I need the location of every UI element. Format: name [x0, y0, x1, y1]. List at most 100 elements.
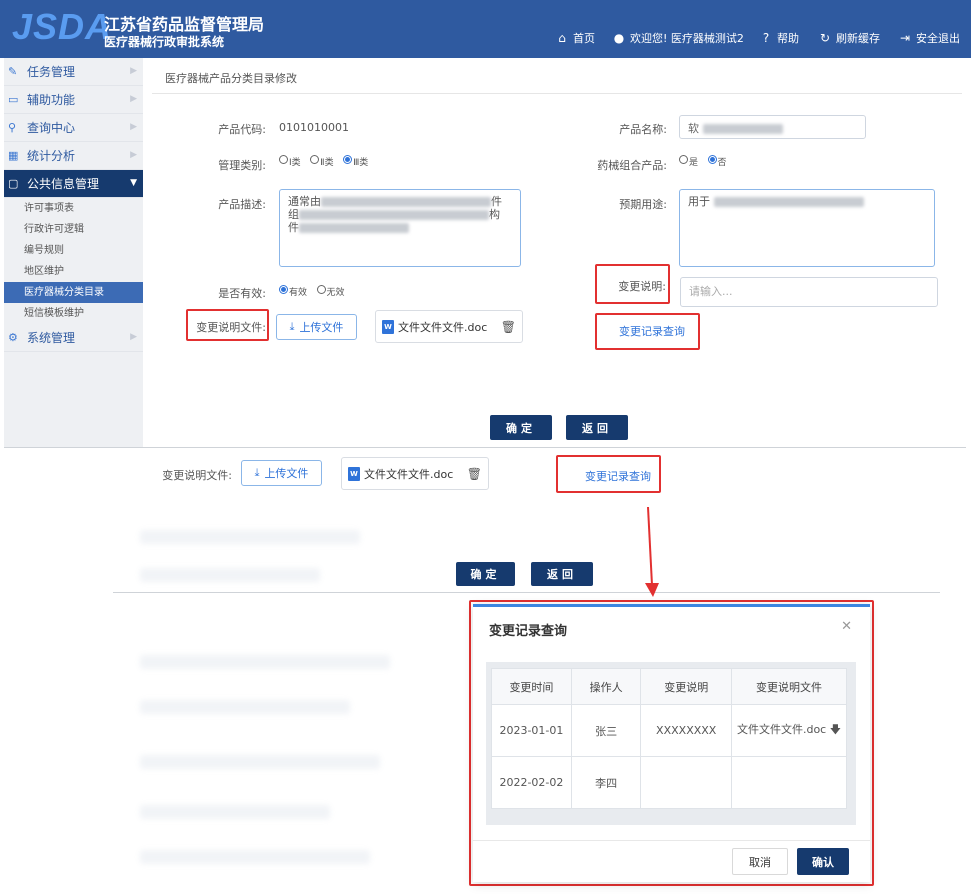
- product-name-input[interactable]: 软: [679, 115, 866, 139]
- cell-operator: 张三: [570, 704, 642, 757]
- back-button[interactable]: 返回: [566, 415, 628, 440]
- cell-file[interactable]: 文件文件文件.doc 🡇: [731, 704, 847, 757]
- sidebar-subitem-selected[interactable]: 医疗器械分类目录: [4, 282, 143, 303]
- redacted-text: [299, 223, 409, 233]
- radio-invalid[interactable]: [316, 284, 326, 294]
- nav-refresh[interactable]: ↻ 刷新缓存: [818, 29, 880, 47]
- valid-label: 是否有效:: [218, 287, 266, 300]
- sidebar-item-label: 公共信息管理: [27, 177, 100, 191]
- nav-home-label: 首页: [573, 32, 595, 45]
- nav-welcome[interactable]: ● 欢迎您! 医疗器械测试2: [612, 29, 744, 47]
- zoom-ok-button[interactable]: 确定: [456, 562, 515, 586]
- chevron-right-icon: ▶: [130, 66, 137, 76]
- trash-icon[interactable]: 🗑: [467, 467, 482, 481]
- system-name: 医疗器械行政审批系统: [104, 35, 225, 49]
- dialog-confirm-button[interactable]: 确认: [797, 848, 849, 875]
- change-history-link[interactable]: 变更记录查询: [619, 323, 685, 339]
- sidebar-item-stats[interactable]: ▦ 统计分析 ▶: [4, 142, 143, 170]
- upload-label: 上传文件: [264, 467, 309, 480]
- page-title: 医疗器械产品分类目录修改: [165, 72, 297, 85]
- radio-class1[interactable]: [279, 154, 288, 164]
- nav-home[interactable]: ⌂ 首页: [555, 29, 595, 47]
- product-desc-textarea[interactable]: 通常由件 组构 件: [279, 189, 521, 267]
- sidebar-subitem[interactable]: 行政许可逻辑: [4, 219, 143, 240]
- intended-use-textarea[interactable]: 用于: [679, 189, 935, 267]
- column-header: 变更时间: [491, 668, 572, 705]
- gear-icon: ⚙: [8, 331, 18, 344]
- file-name: 文件文件文件.doc: [398, 320, 488, 334]
- desc-text: 组: [288, 208, 299, 221]
- callout-arrow: [645, 506, 659, 597]
- upload-icon: ⤓: [289, 320, 295, 333]
- upload-icon: ⤓: [254, 466, 260, 479]
- history-table-wrap: 变更时间 操作人 变更说明 变更说明文件 2023-01-01 张三 XXXXX…: [486, 662, 856, 825]
- title-divider: [152, 93, 962, 94]
- file-name: 文件文件文件.doc: [364, 467, 454, 481]
- cell-note: [640, 756, 733, 809]
- sidebar-item-query[interactable]: ⚲ 查询中心 ▶: [4, 114, 143, 142]
- upload-button[interactable]: ⤓ 上传文件: [276, 314, 357, 340]
- radio-valid[interactable]: [279, 284, 288, 294]
- zoom-change-file-label: 变更说明文件:: [162, 469, 232, 482]
- background-blur: [140, 568, 320, 582]
- chevron-down-icon: ▼: [130, 178, 137, 188]
- sidebar-item-task[interactable]: ✎ 任务管理 ▶: [4, 58, 143, 86]
- zoom-back-button[interactable]: 返回: [531, 562, 593, 586]
- sidebar-item-system[interactable]: ⚙ 系统管理 ▶: [4, 324, 143, 352]
- dialog-footer-divider: [473, 840, 870, 841]
- radio-label: Ⅱ类: [320, 158, 334, 168]
- desc-text: 通常由: [288, 195, 321, 208]
- nav-help[interactable]: ? 帮助: [759, 29, 799, 47]
- product-name-value: 软: [688, 122, 699, 135]
- nav-help-label: 帮助: [777, 32, 799, 45]
- refresh-icon: ↻: [819, 31, 831, 45]
- radio-yes[interactable]: [679, 154, 688, 164]
- file-chip[interactable]: W 文件文件文件.doc 🗑: [375, 310, 523, 343]
- screenshot-divider: [4, 447, 966, 448]
- redacted-text: [702, 124, 783, 134]
- zoom-upload-button[interactable]: ⤓ 上传文件: [241, 460, 322, 486]
- redacted-text: [713, 197, 864, 207]
- redacted-text: [321, 197, 491, 207]
- product-code-label: 产品代码:: [218, 123, 266, 136]
- dialog-title: 变更记录查询: [489, 624, 568, 639]
- dialog-cancel-button[interactable]: 取消: [732, 848, 788, 875]
- valid-radios: 有效 无效: [279, 284, 351, 298]
- sidebar-item-label: 统计分析: [27, 149, 76, 163]
- nav-logout[interactable]: ⇥ 安全退出: [898, 29, 960, 47]
- user-icon: ●: [613, 31, 625, 45]
- intended-use-label: 预期用途:: [619, 198, 667, 211]
- background-blur: [140, 850, 370, 864]
- nav-logout-label: 安全退出: [916, 32, 960, 45]
- radio-no[interactable]: [707, 154, 717, 164]
- sidebar-item-public-info[interactable]: ▢ 公共信息管理 ▼: [4, 170, 143, 198]
- sidebar-subitem[interactable]: 短信模板维护: [4, 303, 143, 324]
- radio-class2[interactable]: [310, 154, 320, 164]
- column-header: 变更说明文件: [731, 668, 847, 705]
- sidebar-item-label: 辅助功能: [27, 93, 76, 107]
- word-doc-icon: W: [382, 319, 394, 334]
- sidebar-subitem[interactable]: 地区维护: [4, 261, 143, 282]
- mgmt-category-radios: Ⅰ类 Ⅱ类 Ⅲ类: [279, 154, 374, 168]
- trash-icon[interactable]: 🗑: [501, 320, 516, 334]
- change-note-input[interactable]: 请输入...: [680, 277, 938, 307]
- close-icon[interactable]: ✕: [841, 619, 852, 634]
- product-desc-label: 产品描述:: [218, 198, 266, 211]
- sidebar-subitem[interactable]: 许可事项表: [4, 198, 143, 219]
- sidebar-item-aux[interactable]: ▭ 辅助功能 ▶: [4, 86, 143, 114]
- chevron-right-icon: ▶: [130, 122, 137, 132]
- download-icon[interactable]: 🡇: [830, 723, 841, 736]
- ok-button[interactable]: 确定: [490, 415, 552, 440]
- zoom-change-history-link[interactable]: 变更记录查询: [585, 468, 651, 484]
- combo-product-radios: 是 否: [679, 154, 733, 168]
- zoom-file-chip[interactable]: W 文件文件文件.doc 🗑: [341, 457, 489, 490]
- radio-label: Ⅲ类: [353, 158, 369, 168]
- table-row: 2022-02-02 李四: [491, 756, 847, 809]
- zoom-divider: [113, 592, 940, 593]
- chevron-right-icon: ▶: [130, 150, 137, 160]
- help-icon: ?: [762, 31, 770, 45]
- background-blur: [140, 755, 380, 769]
- background-blur: [140, 655, 390, 669]
- sidebar-subitem[interactable]: 编号规则: [4, 240, 143, 261]
- radio-class3[interactable]: [343, 154, 353, 164]
